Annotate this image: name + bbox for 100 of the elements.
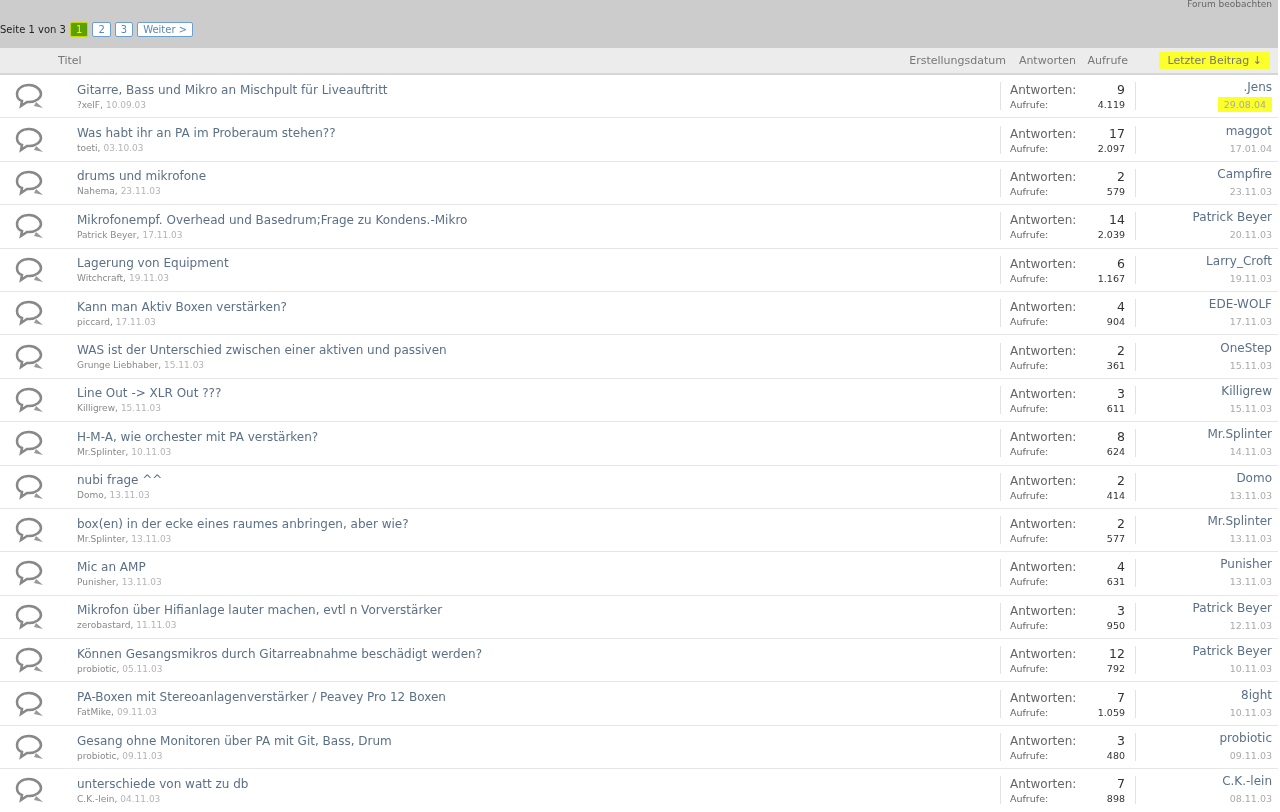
thread-author[interactable]: FatMike, <box>77 707 114 718</box>
replies-count: 6 <box>1117 255 1125 271</box>
thread-title[interactable]: drums und mikrofone <box>77 169 1000 184</box>
replies-count: 14 <box>1109 212 1125 228</box>
thread-author[interactable]: piccard, <box>77 316 113 327</box>
last-poster[interactable]: Killigrew <box>1221 383 1272 398</box>
replies-count: 3 <box>1117 602 1125 618</box>
thread-author[interactable]: probiotic, <box>77 750 120 761</box>
page-button[interactable]: 2 <box>92 22 111 37</box>
thread-author[interactable]: Mr.Splinter, <box>77 446 129 457</box>
thread-author[interactable]: Mr.Splinter, <box>77 533 129 544</box>
replies-count: 7 <box>1117 689 1125 705</box>
last-poster[interactable]: maggot <box>1225 123 1272 138</box>
thread-title[interactable]: Können Gesangsmikros durch Gitarreabnahme beschädigt werden? <box>77 646 1000 661</box>
thread-title[interactable]: Mikrofonempf. Overhead und Basedrum;Frage zu Kondens.-Mikro <box>77 212 1000 227</box>
created-date: 10.09.03 <box>105 99 146 110</box>
last-poster[interactable]: EDE-WOLF <box>1208 297 1272 312</box>
replies-label: Antworten: <box>1010 386 1078 401</box>
thread-title[interactable]: Lagerung von Equipment <box>77 256 1000 271</box>
thread-title[interactable]: Line Out -> XLR Out ??? <box>77 386 1000 401</box>
last-poster[interactable]: Patrick Beyer <box>1192 644 1272 659</box>
watch-forum-link[interactable]: Forum beobachten <box>1187 0 1272 9</box>
page-button[interactable]: 1 <box>70 22 89 37</box>
replies-label: Antworten: <box>1010 169 1078 184</box>
thread-title[interactable]: Gesang ohne Monitoren über PA mit Git, Bass, Drum <box>77 733 1000 748</box>
column-header[interactable]: Aufrufe <box>1087 52 1128 69</box>
thread-author[interactable]: Grunge Liebhaber, <box>77 360 161 371</box>
created-date: 09.11.03 <box>122 750 163 761</box>
last-post-date: 10.11.03 <box>1229 705 1272 720</box>
thread-title[interactable]: H-M-A, wie orchester mit PA verstärken? <box>77 429 1000 444</box>
thread-author[interactable]: Patrick Beyer, <box>77 229 140 240</box>
views-count: 1.059 <box>1097 706 1125 718</box>
created-date: 13.11.03 <box>131 533 172 544</box>
replies-label: Antworten: <box>1010 734 1078 749</box>
replies-count: 3 <box>1117 733 1125 749</box>
replies-label: Antworten: <box>1010 473 1078 488</box>
thread-title[interactable]: Gitarre, Bass und Mikro an Mischpult für Liveauftritt <box>77 82 1000 97</box>
thread-author[interactable]: C.K.-lein, <box>77 793 118 804</box>
last-poster[interactable]: Patrick Beyer <box>1192 210 1272 225</box>
column-header[interactable]: Letzter Beitrag ↓ <box>1159 52 1270 69</box>
created-date: 15.11.03 <box>164 360 205 371</box>
views-label: Aufrufe: <box>1010 142 1050 154</box>
last-poster[interactable]: probiotic <box>1219 731 1272 746</box>
replies-label: Antworten: <box>1010 647 1078 662</box>
views-count: 361 <box>1106 359 1125 371</box>
thread-title[interactable]: nubi frage ^^ <box>77 473 1000 488</box>
last-poster[interactable]: Larry_Croft <box>1206 253 1272 268</box>
last-poster[interactable]: Mr.Splinter <box>1207 427 1272 442</box>
last-post-date: 08.11.03 <box>1229 792 1272 807</box>
last-poster[interactable]: OneStep <box>1220 340 1272 355</box>
views-count: 950 <box>1106 619 1125 631</box>
views-label: Aufrufe: <box>1010 793 1050 805</box>
created-date: 03.10.03 <box>103 143 144 154</box>
last-poster[interactable]: Campfire <box>1217 166 1272 181</box>
last-post-date: 17.01.04 <box>1229 141 1272 156</box>
thread-author[interactable]: ?xelF, <box>77 99 103 110</box>
thread-title[interactable]: Was habt ihr an PA im Proberaum stehen?? <box>77 126 1000 141</box>
thread-title[interactable]: box(en) in der ecke eines raumes anbringen, aber wie? <box>77 516 1000 531</box>
replies-label: Antworten: <box>1010 777 1078 792</box>
last-poster[interactable]: Domo <box>1236 470 1272 485</box>
views-label: Aufrufe: <box>1010 272 1050 284</box>
thread-author[interactable]: toeti, <box>77 143 101 154</box>
thread-title[interactable]: Kann man Aktiv Boxen verstärken? <box>77 299 1000 314</box>
column-header[interactable]: Antworten <box>1018 52 1076 69</box>
replies-count: 8 <box>1117 429 1125 445</box>
last-post-date: 12.11.03 <box>1229 618 1272 633</box>
replies-count: 2 <box>1117 342 1125 358</box>
created-date: 17.11.03 <box>115 316 156 327</box>
replies-count: 3 <box>1117 385 1125 401</box>
thread-author[interactable]: Witchcraft, <box>77 273 126 284</box>
thread-title[interactable]: Mic an AMP <box>77 560 1000 574</box>
thread-author[interactable]: Punisher, <box>77 577 119 587</box>
column-header[interactable]: Titel <box>58 52 82 69</box>
thread-author[interactable]: Nahema, <box>77 186 118 197</box>
thread-title[interactable]: unterschiede von watt zu db <box>77 776 1000 791</box>
last-poster[interactable]: Punisher <box>1220 557 1272 572</box>
last-post-date: 10.11.03 <box>1229 662 1272 677</box>
views-label: Aufrufe: <box>1010 229 1050 241</box>
thread-author[interactable]: Domo, <box>77 490 107 501</box>
last-poster[interactable]: C.K.-lein <box>1222 774 1272 789</box>
created-date: 13.11.03 <box>109 490 150 501</box>
last-poster[interactable]: .Jens <box>1243 80 1272 95</box>
thread-title[interactable]: WAS ist der Unterschied zwischen einer aktiven und passiven <box>77 343 1000 358</box>
replies-count: 2 <box>1117 168 1125 184</box>
thread-author[interactable]: Killigrew, <box>77 403 118 414</box>
column-header[interactable]: Erstellungsdatum <box>909 52 1006 69</box>
created-date: 17.11.03 <box>142 229 183 240</box>
last-poster[interactable]: 8ight <box>1241 687 1272 702</box>
views-count: 624 <box>1106 446 1125 458</box>
thread-author[interactable]: probiotic, <box>77 663 120 674</box>
last-poster[interactable]: Mr.Splinter <box>1207 514 1272 529</box>
thread-author[interactable]: zerobastard, <box>77 620 134 631</box>
last-poster[interactable]: Patrick Beyer <box>1192 600 1272 615</box>
page-button[interactable]: 3 <box>114 22 134 37</box>
thread-title[interactable]: PA-Boxen mit Stereoanlagenverstärker / Peavey Pro 12 Boxen <box>77 690 1000 705</box>
thread-title[interactable]: Mikrofon über Hifianlage lauter machen, evtl n Vorverstärker <box>77 603 1000 618</box>
replies-label: Antworten: <box>1010 83 1078 98</box>
views-count: 898 <box>1106 793 1125 805</box>
next-page-button[interactable]: Weiter > <box>137 22 194 37</box>
last-post-date: 09.11.03 <box>1229 749 1272 764</box>
